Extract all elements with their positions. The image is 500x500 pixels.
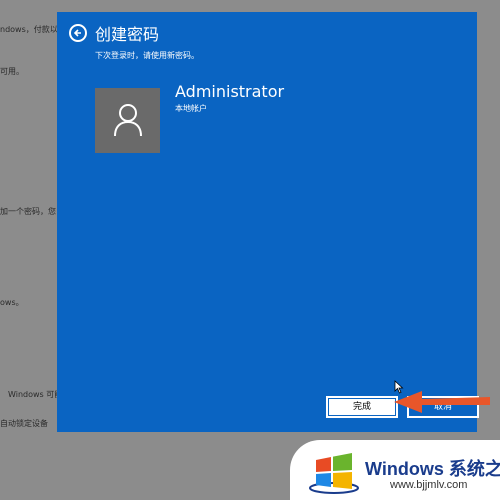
- dialog-title: 创建密码: [95, 25, 160, 44]
- background-text: ndows，付款以外: [0, 25, 66, 34]
- background-text: 自动锁定设备: [0, 419, 48, 428]
- background-text: 可用。: [0, 67, 24, 76]
- watermark-title: Windows 系统之家: [365, 459, 500, 479]
- create-password-dialog: 创建密码 下次登录时，请使用新密码。 Administrator 本地帐户 完成…: [57, 12, 479, 432]
- background-text: 加一个密码，您: [0, 207, 56, 216]
- avatar: [95, 88, 160, 153]
- windows-logo-icon: [309, 453, 359, 494]
- background-text: Windows 可能: [8, 390, 63, 399]
- dialog-subtitle: 下次登录时，请使用新密码。: [95, 51, 199, 60]
- account-type: 本地帐户: [175, 104, 207, 113]
- arrow-left-icon: [73, 29, 81, 37]
- annotation-arrow-icon: [394, 391, 490, 413]
- finish-button[interactable]: 完成: [326, 396, 398, 418]
- user-icon: [114, 104, 142, 137]
- watermark: Windows 系统之家 www.bjjmlv.com: [290, 440, 500, 500]
- background-text: ows。: [0, 298, 24, 307]
- account-name: Administrator: [175, 82, 285, 101]
- back-button[interactable]: [69, 24, 87, 42]
- watermark-url: www.bjjmlv.com: [390, 479, 468, 491]
